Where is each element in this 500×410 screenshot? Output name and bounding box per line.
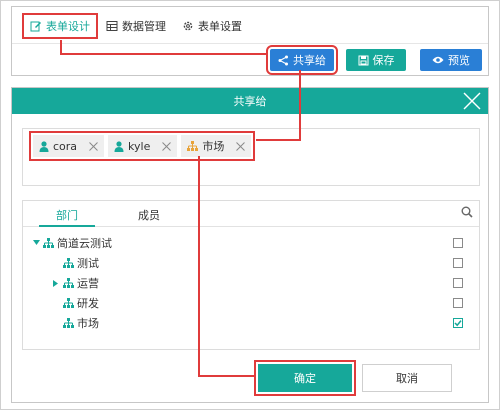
selected-members-box[interactable]: cora kyle 市场 (22, 128, 480, 186)
checkbox[interactable] (453, 278, 463, 288)
selected-chips: cora kyle 市场 (28, 131, 256, 161)
tree-item-test[interactable]: 测试 (23, 254, 479, 272)
save-button[interactable]: 保存 (346, 49, 406, 71)
checkbox[interactable] (453, 258, 463, 268)
share-dialog: 共享给 cora kyle 市场 部门 成员 简道云测试 测试 运营 研发 市场… (11, 87, 489, 403)
org-icon (63, 278, 74, 288)
callout-line (60, 40, 62, 54)
org-icon (63, 258, 74, 268)
org-icon (63, 298, 74, 308)
remove-chip-icon[interactable] (236, 141, 246, 151)
close-icon[interactable] (462, 91, 482, 111)
callout-line (198, 156, 200, 376)
dialog-header: 共享给 (12, 88, 488, 114)
tab-data-management[interactable]: 数据管理 (98, 14, 174, 38)
tab-label: 表单设置 (198, 20, 242, 33)
checkbox[interactable] (453, 298, 463, 308)
selected-chip-kyle: kyle (108, 135, 178, 157)
table-icon (106, 20, 118, 32)
cancel-button[interactable]: 取消 (362, 364, 452, 392)
selected-chip-market: 市场 (181, 135, 252, 157)
dialog-title: 共享给 (233, 95, 267, 108)
active-tab-indicator (39, 225, 95, 227)
callout-line (60, 53, 266, 55)
chip-label: kyle (128, 139, 151, 153)
share-button[interactable]: 共享给 (266, 45, 338, 75)
caret-down-icon[interactable] (33, 240, 40, 246)
search-icon[interactable] (461, 206, 473, 221)
tab-form-design[interactable]: 表单设计 (22, 13, 98, 39)
org-icon (187, 141, 199, 151)
tab-label: 表单设计 (46, 20, 90, 33)
tree-item-rnd[interactable]: 研发 (23, 294, 479, 312)
tree-item-operations[interactable]: 运营 (23, 274, 479, 292)
tab-form-settings[interactable]: 表单设置 (174, 14, 250, 38)
tree-item-label: 运营 (77, 277, 99, 290)
preview-button[interactable]: 预览 (420, 49, 482, 71)
user-icon (114, 140, 124, 152)
tree-item-label: 市场 (77, 317, 99, 330)
preview-label: 预览 (448, 54, 470, 67)
header-tabs: 表单设计 数据管理 表单设置 (22, 13, 250, 39)
callout-line (256, 139, 301, 141)
gear-icon (182, 20, 194, 32)
tab-members[interactable]: 成员 (129, 207, 169, 223)
tree-item-label: 研发 (77, 297, 99, 310)
share-icon (278, 55, 289, 66)
tree-item-market[interactable]: 市场 (23, 314, 479, 332)
share-label: 共享给 (293, 54, 326, 67)
remove-chip-icon[interactable] (162, 141, 172, 151)
tab-label: 数据管理 (122, 20, 166, 33)
selected-chip-cora: cora (33, 135, 105, 157)
form-editor-header: 表单设计 数据管理 表单设置 共享给 保存 预览 (11, 6, 489, 76)
org-icon (43, 238, 54, 248)
tree-item-root[interactable]: 简道云测试 (23, 234, 479, 252)
user-icon (39, 140, 49, 152)
caret-right-icon[interactable] (53, 279, 59, 287)
tab-divider (12, 43, 488, 44)
checkbox-checked[interactable] (453, 318, 463, 328)
checkbox[interactable] (453, 238, 463, 248)
tree-item-label: 简道云测试 (57, 237, 112, 250)
org-icon (63, 318, 74, 328)
callout-line (299, 70, 301, 140)
remove-chip-icon[interactable] (89, 141, 98, 151)
chip-label: cora (53, 139, 78, 153)
picker-tabs: 部门 成员 (23, 201, 479, 227)
save-label: 保存 (372, 54, 395, 67)
callout-line (198, 375, 254, 377)
edit-icon (30, 20, 42, 32)
chip-label: 市场 (202, 140, 225, 153)
tab-departments[interactable]: 部门 (47, 207, 87, 223)
confirm-button[interactable]: 确定 (254, 360, 356, 396)
save-icon (358, 55, 369, 66)
checkmark-icon (454, 320, 462, 327)
eye-icon (432, 55, 444, 65)
member-picker-panel: 部门 成员 简道云测试 测试 运营 研发 市场 (22, 200, 480, 350)
tree-item-label: 测试 (77, 257, 99, 270)
